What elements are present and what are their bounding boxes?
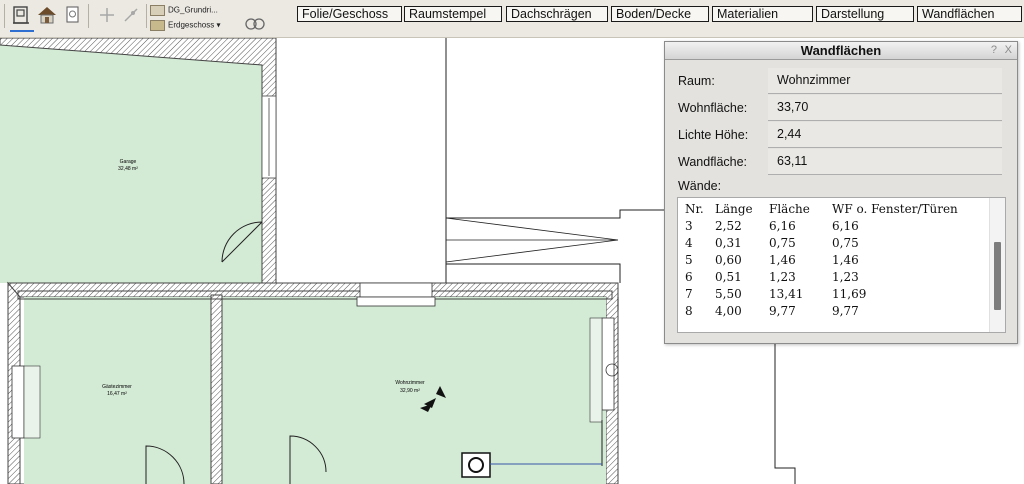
walls-label: Wände: [678, 179, 722, 193]
door-window-icon[interactable] [10, 4, 32, 26]
table-cell: 1,46 [832, 253, 859, 267]
right-window-tag [589, 317, 603, 423]
toolbar-separator [4, 4, 5, 28]
table-row[interactable]: 3 2,52 6,16 6,16 [678, 219, 1005, 235]
table-cell: 1,23 [769, 270, 796, 284]
field-lichte-hoehe: Lichte Höhe: 2,44 [665, 122, 1019, 148]
menu-darstellung[interactable]: Darstellung [816, 6, 914, 22]
wohnzimmer-label: Wohnzimmer [395, 380, 425, 386]
garage-label: Garage [120, 159, 137, 165]
toolbar-separator [146, 4, 147, 28]
table-cell: 5,50 [715, 287, 742, 301]
chimney-fixture [461, 452, 491, 478]
table-cell: 0,75 [769, 236, 796, 250]
gaestezimmer-area: 16,47 m² [107, 391, 127, 397]
wohnflaeche-value: 33,70 [768, 95, 1002, 121]
table-row[interactable]: 7 5,50 13,41 11,69 [678, 287, 1005, 303]
window-tag [356, 296, 436, 307]
table-cell: 2,52 [715, 219, 742, 233]
menu-folie-geschoss[interactable]: Folie/Geschoss [297, 6, 402, 22]
field-wandflaeche: Wandfläche: 63,11 [665, 149, 1019, 175]
snap-icon[interactable] [120, 4, 142, 26]
table-row[interactable]: 4 0,31 0,75 0,75 [678, 236, 1005, 252]
field-label: Wohnfläche: [678, 101, 748, 115]
table-cell: 6,16 [769, 219, 796, 233]
column-header[interactable]: WF o. Fenster/Türen [832, 202, 958, 216]
field-raum: Raum: Wohnzimmer [665, 68, 1019, 94]
view-selector[interactable]: DG_Grundri... [150, 5, 218, 16]
table-cell: 9,77 [769, 304, 796, 318]
help-icon[interactable]: ? [991, 42, 997, 59]
table-cell: 6 [685, 270, 693, 284]
active-tool-indicator [10, 30, 34, 32]
toolbar: DG_Grundri... Erdgeschoss ▾ Folie/Gescho… [0, 0, 1024, 38]
garage-area: 32,48 m² [118, 166, 138, 172]
gaestezimmer-label: Gästezimmer [102, 384, 132, 390]
left-window [11, 365, 25, 439]
plan-line [774, 344, 796, 484]
move-icon[interactable] [96, 4, 118, 26]
dialog-title: Wandflächen [800, 43, 882, 58]
table-row[interactable]: 6 0,51 1,23 1,23 [678, 270, 1005, 286]
lichte-hoehe-value: 2,44 [768, 122, 1002, 148]
floor-icon [150, 20, 165, 31]
field-wohnflaeche: Wohnfläche: 33,70 [665, 95, 1019, 121]
top-window [359, 282, 433, 298]
field-label: Wandfläche: [678, 155, 748, 169]
table-cell: 8 [685, 304, 693, 318]
table-cell: 0,60 [715, 253, 742, 267]
walls-scrollbar[interactable] [989, 198, 1005, 332]
table-cell: 5 [685, 253, 693, 267]
left-window-tag [23, 365, 41, 439]
close-icon[interactable]: X [1005, 42, 1012, 59]
plan-line [446, 209, 664, 219]
floor-selector[interactable]: Erdgeschoss ▾ [150, 20, 221, 31]
plan-line [446, 263, 621, 283]
wohnzimmer-area: 32,90 m² [400, 388, 420, 394]
render-icon[interactable] [244, 13, 266, 35]
table-row[interactable]: 8 4,00 9,77 9,77 [678, 304, 1005, 320]
table-cell: 0,75 [832, 236, 859, 250]
scrollbar-thumb[interactable] [994, 242, 1001, 310]
menu-raumstempel[interactable]: Raumstempel [404, 6, 502, 22]
house-3d-icon[interactable] [36, 4, 58, 26]
document-icon[interactable] [62, 4, 84, 26]
wandflaeche-value: 63,11 [768, 149, 1002, 175]
wandflaechen-dialog: Wandflächen ? X Raum: Wohnzimmer Wohnflä… [664, 41, 1018, 344]
field-label: Lichte Höhe: [678, 128, 749, 142]
menu-wandflaechen[interactable]: Wandflächen [917, 6, 1022, 22]
menu-materialien[interactable]: Materialien [712, 6, 813, 22]
column-header[interactable]: Nr. [685, 202, 704, 216]
field-label: Raum: [678, 74, 715, 88]
table-cell: 4 [685, 236, 693, 250]
table-cell: 4,00 [715, 304, 742, 318]
table-cell: 11,69 [832, 287, 867, 301]
table-cell: 0,31 [715, 236, 742, 250]
column-header[interactable]: Fläche [769, 202, 810, 216]
toolbar-separator [88, 4, 89, 28]
menu-boden-decke[interactable]: Boden/Decke [611, 6, 709, 22]
inner-wall [210, 294, 223, 484]
layer-icon [150, 5, 165, 16]
menu-dachschraegen[interactable]: Dachschrägen [506, 6, 608, 22]
table-cell: 0,51 [715, 270, 742, 284]
table-cell: 6,16 [832, 219, 859, 233]
table-cell: 13,41 [769, 287, 804, 301]
table-cell: 3 [685, 219, 693, 233]
table-cell: 7 [685, 287, 693, 301]
table-cell: 9,77 [832, 304, 859, 318]
table-cell: 1,46 [769, 253, 796, 267]
dialog-titlebar[interactable]: Wandflächen ? X [665, 42, 1017, 60]
walls-table[interactable]: Nr. Länge Fläche WF o. Fenster/Türen 3 2… [677, 197, 1006, 333]
column-header[interactable]: Länge [715, 202, 753, 216]
table-cell: 1,23 [832, 270, 859, 284]
raum-value: Wohnzimmer [768, 68, 1002, 94]
table-row[interactable]: 5 0,60 1,46 1,46 [678, 253, 1005, 269]
walls-table-header: Nr. Länge Fläche WF o. Fenster/Türen [678, 202, 1005, 218]
